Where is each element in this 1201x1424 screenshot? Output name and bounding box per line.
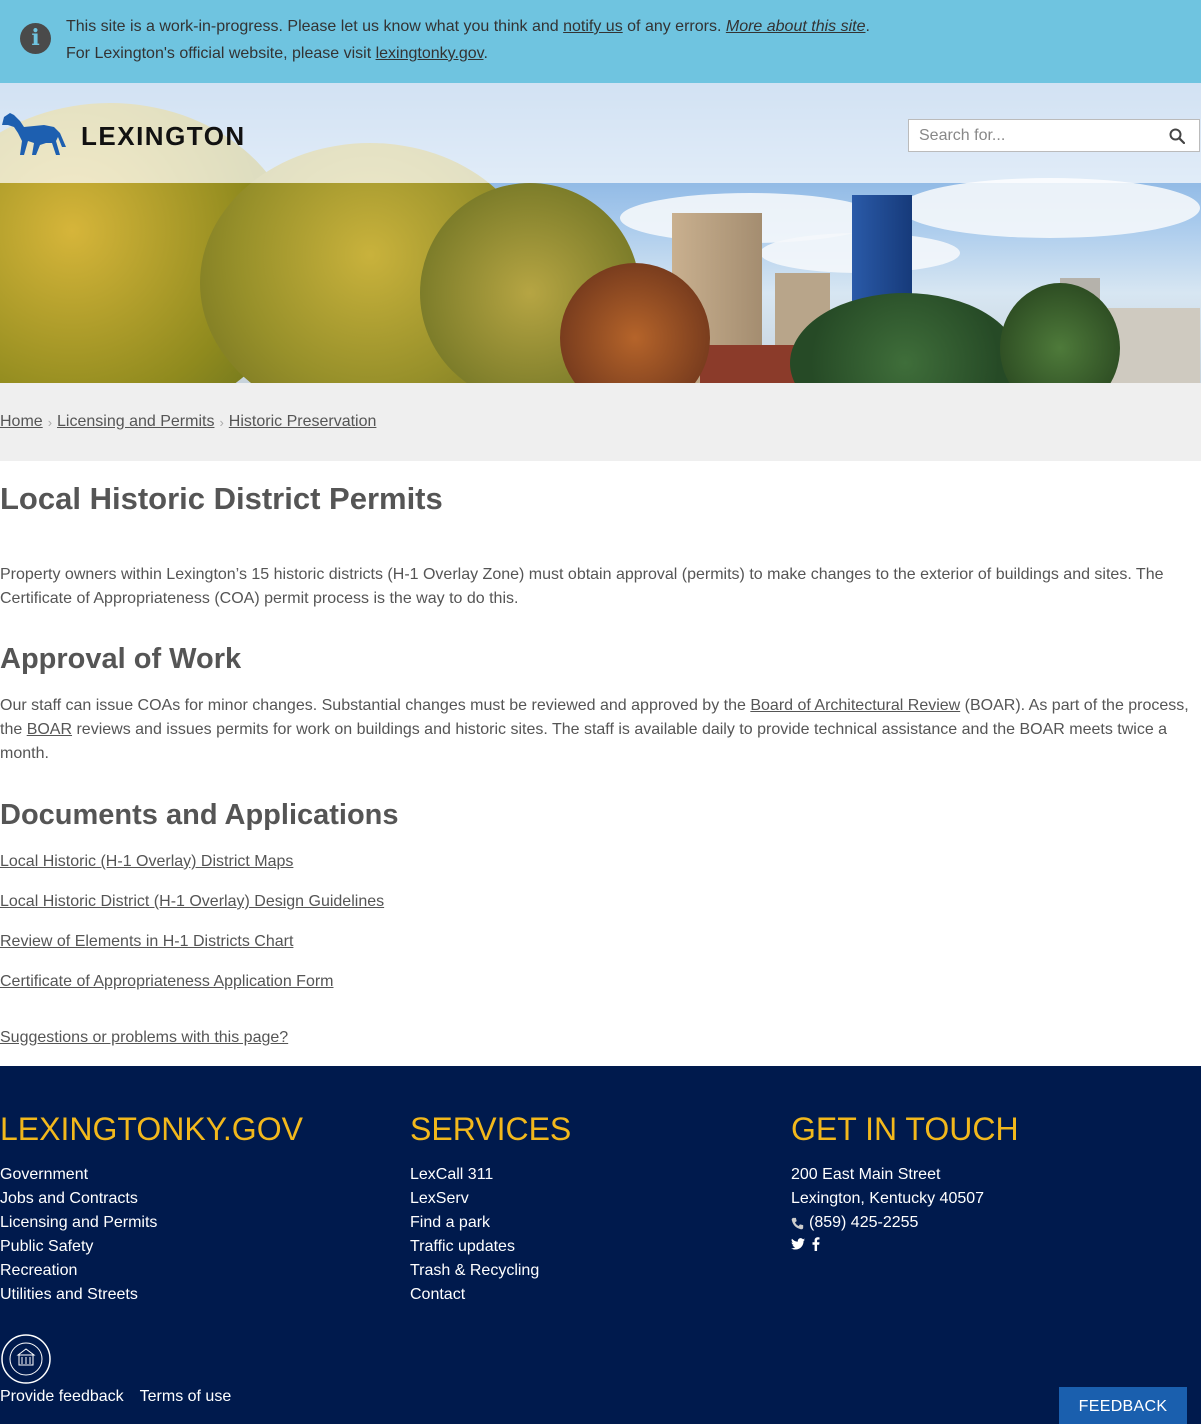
boar-link[interactable]: BOAR: [27, 721, 72, 738]
design-guidelines-link[interactable]: Local Historic District (H-1 Overlay) De…: [0, 893, 384, 911]
site-header: LEXINGTON: [0, 83, 1201, 183]
hero-banner: LEXINGTON: [0, 83, 1201, 383]
list-item: Contact: [410, 1283, 539, 1307]
info-icon: i: [20, 23, 51, 54]
list-item: Recreation: [0, 1259, 157, 1283]
footer-services-list: LexCall 311 LexServ Find a park Traffic …: [410, 1163, 539, 1307]
suggestions-link[interactable]: Suggestions or problems with this page?: [0, 1029, 288, 1047]
twitter-icon[interactable]: [791, 1238, 805, 1250]
lexington-logo[interactable]: LEXINGTON: [0, 107, 260, 159]
facebook-icon[interactable]: [812, 1237, 820, 1251]
chevron-right-icon: ›: [219, 414, 224, 430]
footer-bottom-links: Provide feedback Terms of use: [0, 1388, 231, 1406]
notice-text: .: [865, 18, 870, 35]
page-title: Local Historic District Permits: [0, 481, 443, 516]
footer-link-recreation[interactable]: Recreation: [0, 1262, 77, 1279]
notice-line-2: For Lexington's official website, please…: [66, 45, 488, 63]
notice-text: For Lexington's official website, please…: [66, 45, 376, 62]
breadcrumb-licensing-and-permits[interactable]: Licensing and Permits: [57, 413, 214, 431]
feedback-button[interactable]: FEEDBACK: [1059, 1387, 1187, 1424]
notice-text: This site is a work-in-progress. Please …: [66, 18, 564, 35]
footer-lexingtonky-heading: LEXINGTONKY.GOV: [0, 1111, 303, 1147]
footer-contact: 200 East Main Street Lexington, Kentucky…: [791, 1163, 984, 1251]
address-line-1: 200 East Main Street: [791, 1166, 941, 1183]
list-item: Government: [0, 1163, 157, 1187]
notice-banner: i This site is a work-in-progress. Pleas…: [0, 0, 1201, 83]
footer-get-in-touch-heading: GET IN TOUCH: [791, 1111, 1019, 1147]
footer-link-public-safety[interactable]: Public Safety: [0, 1238, 93, 1255]
chevron-right-icon: ›: [47, 414, 53, 430]
board-of-architectural-review-link[interactable]: Board of Architectural Review: [750, 697, 960, 714]
logo-wordmark: LEXINGTON: [81, 121, 246, 151]
review-elements-chart-link[interactable]: Review of Elements in H-1 Districts Char…: [0, 933, 293, 951]
district-maps-link[interactable]: Local Historic (H-1 Overlay) District Ma…: [0, 853, 293, 871]
footer-services-heading: SERVICES: [410, 1111, 572, 1147]
documents-heading: Documents and Applications: [0, 799, 399, 831]
social-links: [791, 1237, 984, 1251]
search-box: [908, 119, 1200, 152]
breadcrumb-home[interactable]: Home: [0, 413, 43, 431]
provide-feedback-link[interactable]: Provide feedback: [0, 1388, 124, 1406]
horse-logo-icon: [2, 113, 66, 155]
terms-of-use-link[interactable]: Terms of use: [140, 1388, 232, 1406]
city-seal-icon: [1, 1334, 51, 1384]
address-line-2: Lexington, Kentucky 40507: [791, 1190, 985, 1207]
coa-application-form-link[interactable]: Certificate of Appropriateness Applicati…: [0, 973, 334, 991]
footer-link-find-a-park[interactable]: Find a park: [410, 1214, 490, 1231]
notice-line-1: This site is a work-in-progress. Please …: [66, 18, 870, 36]
footer-link-lexserv[interactable]: LexServ: [410, 1190, 469, 1207]
hero-cloud: [900, 178, 1200, 238]
footer-link-utilities-and-streets[interactable]: Utilities and Streets: [0, 1286, 138, 1303]
list-item: Public Safety: [0, 1235, 157, 1259]
more-about-site-link[interactable]: More about this site: [726, 18, 866, 35]
list-item: Licensing and Permits: [0, 1211, 157, 1235]
list-item: LexCall 311: [410, 1163, 539, 1187]
list-item: Trash & Recycling: [410, 1259, 539, 1283]
breadcrumb-historic-preservation[interactable]: Historic Preservation: [229, 413, 377, 431]
footer-lexingtonky-list: Government Jobs and Contracts Licensing …: [0, 1163, 157, 1307]
search-icon[interactable]: [1169, 128, 1185, 144]
phone-number[interactable]: (859) 425-2255: [809, 1211, 918, 1235]
list-item: Utilities and Streets: [0, 1283, 157, 1307]
notice-text: .: [483, 45, 488, 62]
site-footer: LEXINGTONKY.GOV Government Jobs and Cont…: [0, 1066, 1201, 1424]
notice-text: of any errors.: [622, 18, 726, 35]
footer-link-jobs-and-contracts[interactable]: Jobs and Contracts: [0, 1190, 138, 1207]
list-item: Find a park: [410, 1211, 539, 1235]
phone-icon: [791, 1217, 804, 1229]
footer-link-government[interactable]: Government: [0, 1166, 88, 1183]
approval-heading: Approval of Work: [0, 643, 242, 675]
intro-paragraph: Property owners within Lexington’s 15 hi…: [0, 566, 1164, 607]
breadcrumb: Home › Licensing and Permits › Historic …: [0, 383, 1201, 461]
lexingtonky-gov-link[interactable]: lexingtonky.gov: [376, 45, 484, 62]
list-item: LexServ: [410, 1187, 539, 1211]
footer-link-trash-recycling[interactable]: Trash & Recycling: [410, 1262, 539, 1279]
footer-link-traffic-updates[interactable]: Traffic updates: [410, 1238, 515, 1255]
list-item: Jobs and Contracts: [0, 1187, 157, 1211]
search-input[interactable]: [909, 120, 1159, 151]
footer-link-licensing-and-permits[interactable]: Licensing and Permits: [0, 1214, 157, 1231]
notify-us-link[interactable]: notify us: [563, 18, 623, 35]
footer-link-contact[interactable]: Contact: [410, 1286, 465, 1303]
paragraph-text: reviews and issues permits for work on b…: [0, 721, 1168, 762]
footer-link-lexcall-311[interactable]: LexCall 311: [410, 1166, 493, 1183]
list-item: Traffic updates: [410, 1235, 539, 1259]
phone-row: (859) 425-2255: [791, 1211, 984, 1235]
approval-paragraph: Our staff can issue COAs for minor chang…: [0, 694, 1201, 766]
paragraph-text: Our staff can issue COAs for minor chang…: [0, 697, 751, 714]
